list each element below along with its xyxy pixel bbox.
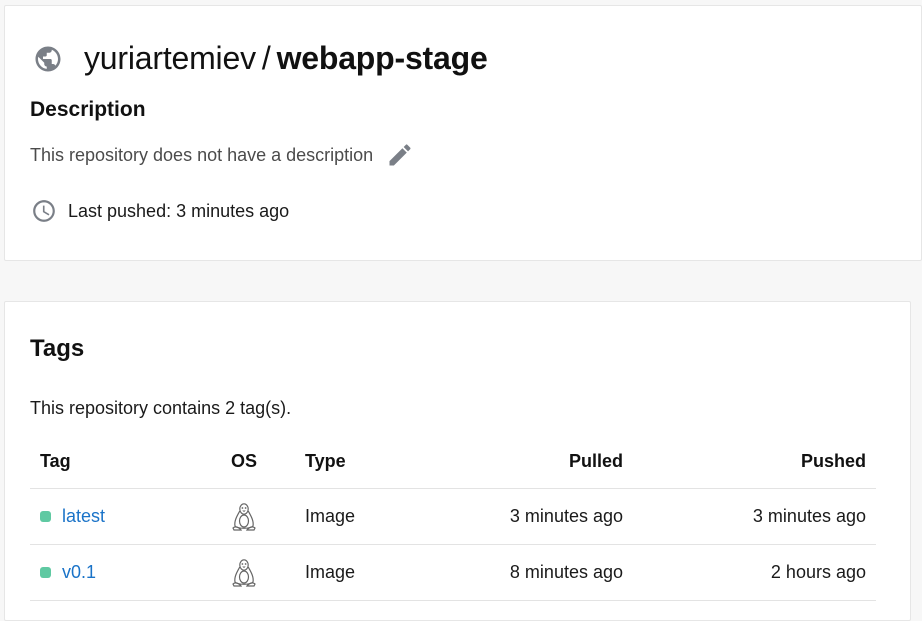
tag-link-latest[interactable]: latest <box>62 506 105 527</box>
status-dot <box>40 567 51 578</box>
column-header-type[interactable]: Type <box>277 434 412 489</box>
linux-icon <box>232 502 256 531</box>
page-title: yuriartemiev / webapp-stage <box>84 40 488 77</box>
pushed-cell: 3 minutes ago <box>624 488 876 545</box>
tags-table-header: Tag OS Type Pulled Pushed <box>30 434 876 489</box>
table-row: v0.1 Image 8 minutes ago 2 hours ago <box>30 544 876 601</box>
repo-owner: yuriartemiev <box>84 40 256 76</box>
column-header-pulled[interactable]: Pulled <box>412 434 624 489</box>
pencil-icon <box>389 144 411 166</box>
tag-link-v0.1[interactable]: v0.1 <box>62 562 96 583</box>
last-pushed-text: Last pushed: 3 minutes ago <box>68 200 290 221</box>
edit-description-button[interactable] <box>385 140 415 170</box>
status-dot <box>40 511 51 522</box>
last-pushed-row: Last pushed: 3 minutes ago <box>31 198 289 224</box>
column-header-pushed[interactable]: Pushed <box>624 434 876 489</box>
tags-heading: Tags <box>30 335 85 362</box>
pushed-cell: 2 hours ago <box>624 544 876 601</box>
column-header-os[interactable]: OS <box>211 434 277 489</box>
tag-cell: latest <box>30 488 211 545</box>
table-row: latest Image 3 minutes ago 3 minutes ago <box>30 488 876 545</box>
pulled-cell: 8 minutes ago <box>412 544 624 601</box>
description-row: This repository does not have a descript… <box>30 140 415 170</box>
tags-count-text: This repository contains 2 tag(s). <box>30 398 292 418</box>
repository-title-row: yuriartemiev / webapp-stage <box>33 40 488 77</box>
os-cell <box>211 544 277 601</box>
repo-name: webapp-stage <box>276 40 488 76</box>
type-cell: Image <box>277 544 412 601</box>
tag-cell: v0.1 <box>30 544 211 601</box>
title-separator: / <box>261 40 271 76</box>
tags-table: Tag OS Type Pulled Pushed latest Image 3… <box>30 434 876 601</box>
pulled-cell: 3 minutes ago <box>412 488 624 545</box>
description-text: This repository does not have a descript… <box>30 144 374 165</box>
globe-icon <box>35 46 61 71</box>
column-header-tag[interactable]: Tag <box>30 434 211 489</box>
linux-icon <box>232 558 256 587</box>
clock-icon <box>33 200 55 222</box>
description-heading: Description <box>30 98 146 121</box>
type-cell: Image <box>277 488 412 545</box>
os-cell <box>211 488 277 545</box>
